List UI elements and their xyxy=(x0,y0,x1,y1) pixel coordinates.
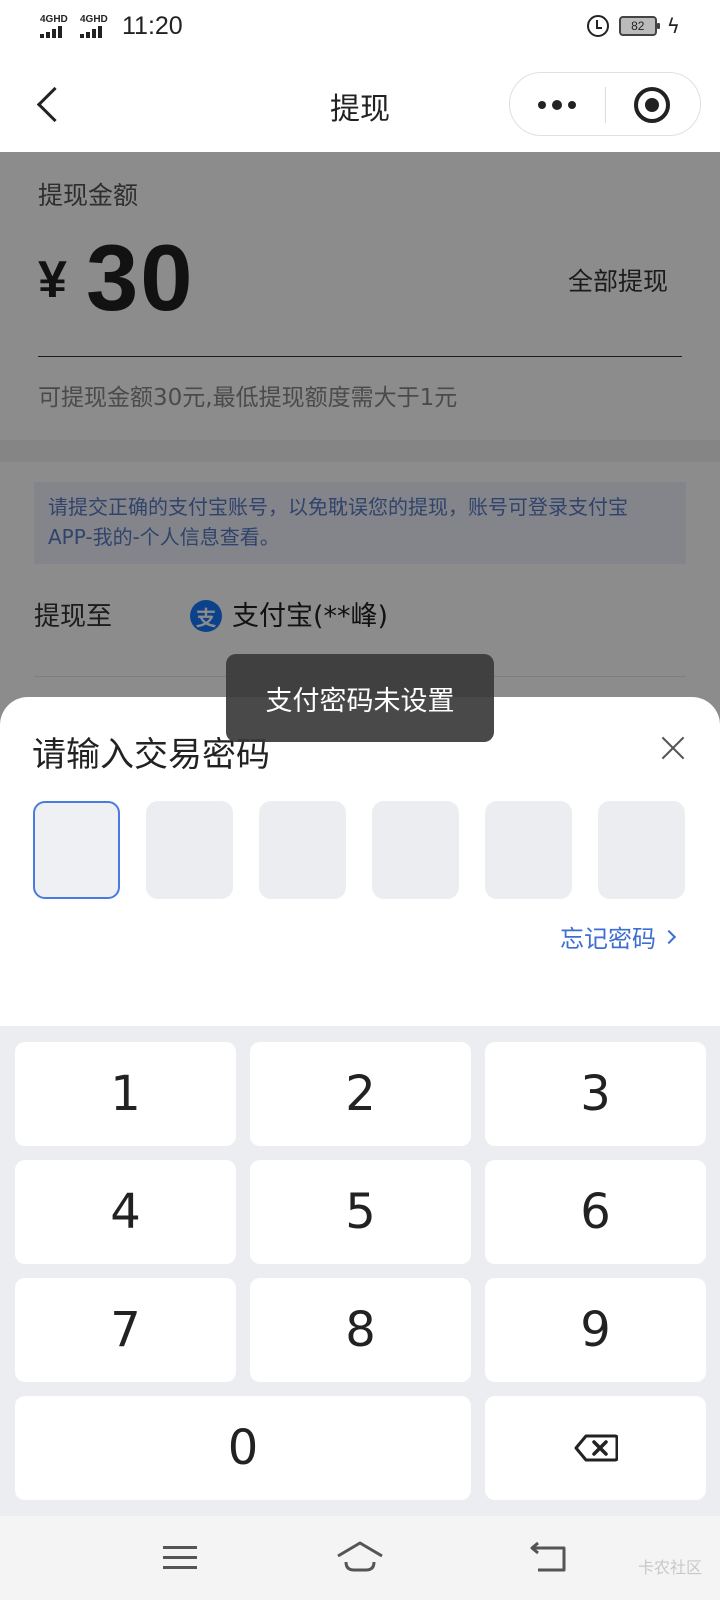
system-nav-bar: 卡农社区 xyxy=(0,1516,720,1600)
key-5[interactable]: 5 xyxy=(250,1160,471,1264)
key-0[interactable]: 0 xyxy=(15,1396,471,1500)
chevron-right-icon xyxy=(661,929,677,944)
watermark: 卡农社区 xyxy=(637,1558,702,1577)
signal-icon: 4GHD xyxy=(40,15,74,38)
pin-box[interactable] xyxy=(146,801,233,899)
pin-box[interactable] xyxy=(485,801,572,899)
forgot-password-label: 忘记密码 xyxy=(560,925,656,953)
key-9[interactable]: 9 xyxy=(485,1278,706,1382)
network-type-2: 4GHD xyxy=(80,14,108,25)
alarm-icon xyxy=(586,15,609,37)
capsule-divider xyxy=(605,87,606,123)
network-type-1: 4GHD xyxy=(40,14,68,25)
forgot-password-link[interactable]: 忘记密码 xyxy=(560,919,677,954)
backspace-icon xyxy=(574,1434,618,1462)
numeric-keypad: 1 2 3 4 5 6 7 8 9 0 xyxy=(0,1026,720,1516)
battery-level: 82 xyxy=(631,19,645,33)
clock: 11:20 xyxy=(122,12,183,40)
key-1[interactable]: 1 xyxy=(15,1042,236,1146)
pin-box[interactable] xyxy=(33,801,120,899)
key-3[interactable]: 3 xyxy=(485,1042,706,1146)
miniprogram-capsule xyxy=(509,72,701,136)
charging-icon: ϟ xyxy=(666,14,680,38)
key-7[interactable]: 7 xyxy=(15,1278,236,1382)
toast-message: 支付密码未设置 xyxy=(226,654,494,742)
close-icon[interactable] xyxy=(660,735,686,761)
delete-key[interactable] xyxy=(485,1396,706,1500)
key-6[interactable]: 6 xyxy=(485,1160,706,1264)
home-icon[interactable] xyxy=(336,1540,384,1578)
key-8[interactable]: 8 xyxy=(250,1278,471,1382)
pin-box[interactable] xyxy=(598,801,685,899)
close-miniprogram-icon[interactable] xyxy=(634,87,670,123)
pin-box[interactable] xyxy=(372,801,459,899)
nav-bar: 提现 xyxy=(0,56,720,152)
pin-box[interactable] xyxy=(259,801,346,899)
status-bar: 4GHD 4GHD 11:20 82 ϟ xyxy=(0,0,720,56)
signal-icon: 4GHD xyxy=(80,15,114,38)
key-2[interactable]: 2 xyxy=(250,1042,471,1146)
battery-icon: 82 xyxy=(618,16,660,36)
status-icons: 82 ϟ xyxy=(586,14,680,38)
system-back-icon[interactable] xyxy=(530,1541,568,1578)
more-icon[interactable] xyxy=(538,100,576,110)
key-4[interactable]: 4 xyxy=(15,1160,236,1264)
pin-input[interactable] xyxy=(33,801,688,899)
signal-group: 4GHD 4GHD 11:20 xyxy=(40,12,183,41)
recent-apps-icon[interactable] xyxy=(163,1546,197,1570)
